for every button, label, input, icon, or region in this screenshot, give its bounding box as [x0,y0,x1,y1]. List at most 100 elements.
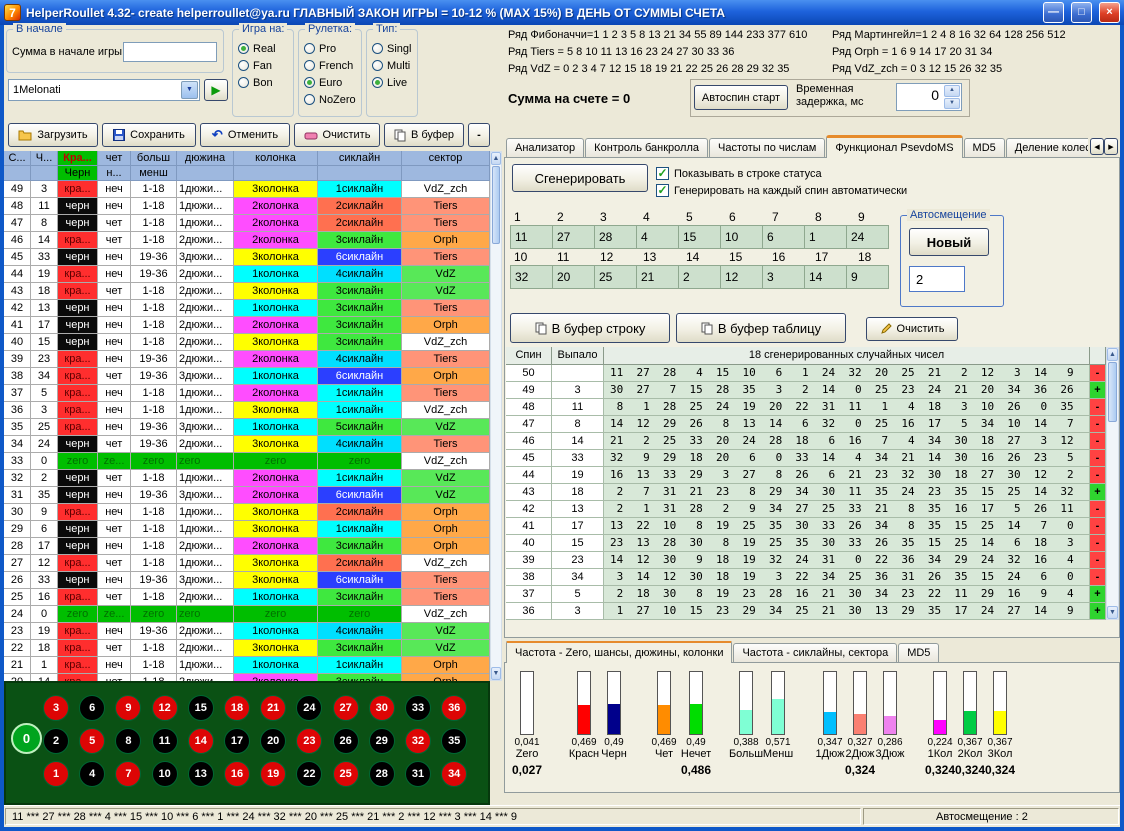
history-row[interactable]: 3135черннеч19-363дюжи...2колонка6сиклайн… [4,487,490,504]
gen-row[interactable]: 3834 3 14 12 30 18 19 3 22 34 25 36 31 2… [506,569,1106,586]
roulette-number[interactable]: 16 [224,761,250,787]
history-row[interactable]: 3923кра...неч19-362дюжи...2колонка4сикла… [4,351,490,368]
grid-number-cell[interactable]: 2 [678,265,721,289]
col-spin[interactable]: С... [4,151,31,166]
scroll-down-icon[interactable]: ▼ [1107,606,1118,619]
roulette-number[interactable]: 7 [115,761,141,787]
radio-live[interactable]: Live [372,74,412,91]
start-sum-input[interactable] [123,42,217,62]
roulette-number[interactable]: 23 [296,728,322,754]
col-column[interactable]: колонка [234,151,318,166]
col-number[interactable]: Ч... [31,151,58,166]
grid-number-cell[interactable]: 11 [510,225,553,249]
grid-number-cell[interactable]: 32 [510,265,553,289]
roulette-number[interactable]: 25 [333,761,359,787]
roulette-number[interactable]: 30 [369,695,395,721]
col-color[interactable]: Кра... [58,151,98,166]
radio-singl[interactable]: Singl [372,40,412,57]
history-row[interactable]: 296чернчет1-181дюжи...3колонка1сиклайнOr… [4,521,490,538]
gen-row[interactable]: 453332 9 29 18 20 6 0 33 14 4 34 21 14 3… [506,450,1106,467]
roulette-number[interactable]: 17 [224,728,250,754]
history-row[interactable]: 4419кра...неч19-362дюжи...1колонка4сикла… [4,266,490,283]
tab-функционал-psevdoms[interactable]: Функционал PsevdoMS [826,135,962,158]
roulette-number[interactable]: 6 [79,695,105,721]
roulette-number[interactable]: 20 [260,728,286,754]
tab-контроль-банкролла[interactable]: Контроль банкролла [585,138,708,158]
radio-pro[interactable]: Pro [304,40,356,57]
gen-row[interactable]: 4811 8 1 28 25 24 19 20 22 31 11 1 4 18 … [506,399,1106,416]
history-row[interactable]: 3834кра...чет19-363дюжи...1колонка6сикла… [4,368,490,385]
tab-анализатор[interactable]: Анализатор [506,138,584,158]
gen-row[interactable]: 4213 2 1 31 28 2 9 34 27 25 33 21 8 35 1… [506,501,1106,518]
history-row[interactable]: 3525кра...неч19-363дюжи...1колонка5сикла… [4,419,490,436]
grid-number-cell[interactable]: 20 [552,265,595,289]
col-sector[interactable]: сектор [402,151,490,166]
roulette-number[interactable]: 36 [441,695,467,721]
gen-row[interactable]: 392314 12 30 9 18 19 32 24 31 0 22 36 34… [506,552,1106,569]
scroll-up-icon[interactable]: ▲ [1107,348,1118,361]
history-row[interactable]: 478чернчет1-181дюжи...2колонка2сиклайнTi… [4,215,490,232]
roulette-number[interactable]: 11 [152,728,178,754]
col-range[interactable]: больш [131,151,177,166]
history-row[interactable]: 240zeroze...zerozerozerozeroVdZ_zch [4,606,490,623]
roulette-number[interactable]: 2 [43,728,69,754]
tab-деление-колеса-на[interactable]: Деление колеса на [1006,138,1088,158]
clear-button[interactable]: Очистить [294,123,380,147]
roulette-number[interactable]: 26 [333,728,359,754]
roulette-number[interactable]: 32 [405,728,431,754]
spinner-up-icon[interactable]: ▲ [944,85,960,97]
tab-md5[interactable]: MD5 [898,643,939,663]
grid-number-cell[interactable]: 1 [804,225,847,249]
roulette-number[interactable]: 5 [79,728,105,754]
grid-number-cell[interactable]: 28 [594,225,637,249]
roulette-number[interactable]: 35 [441,728,467,754]
col-sixline[interactable]: сиклайн [318,151,402,166]
col-dozen[interactable]: дюжина [177,151,234,166]
history-row[interactable]: 2633черннеч19-363дюжи...3колонка6сиклайн… [4,572,490,589]
history-row[interactable]: 2516кра...чет1-182дюжи...1колонка3сиклай… [4,589,490,606]
scroll-down-icon[interactable]: ▼ [491,667,501,680]
grid-number-cell[interactable]: 14 [804,265,847,289]
roulette-number[interactable]: 29 [369,728,395,754]
radio-nozero[interactable]: NoZero [304,91,356,108]
grid-number-cell[interactable]: 4 [636,225,679,249]
grid-number-cell[interactable]: 3 [762,265,805,289]
col-parity[interactable]: чет [98,151,131,166]
history-row[interactable]: 2712кра...чет1-181дюжи...3колонка2сиклай… [4,555,490,572]
tab-частота-zero-шансы-дюжины-колонки[interactable]: Частота - Zero, шансы, дюжины, колонки [506,641,732,663]
roulette-zero[interactable]: 0 [11,723,42,754]
radio-french[interactable]: French [304,57,356,74]
history-row[interactable]: 322чернчет1-181дюжи...2колонка1сиклайнVd… [4,470,490,487]
radio-real[interactable]: Real [238,40,288,57]
tabs-scroll-left[interactable]: ◀ [1090,138,1104,155]
checkbox-auto-generate[interactable]: ✓ Генерировать на каждый спин автоматиче… [656,184,907,197]
history-row[interactable]: 363кра...неч1-181дюжи...3колонка1сиклайн… [4,402,490,419]
tab-частота-сиклайны-сектора[interactable]: Частота - сиклайны, сектора [733,643,897,663]
grid-number-cell[interactable]: 27 [552,225,595,249]
grid-number-cell[interactable]: 25 [594,265,637,289]
grid-number-cell[interactable]: 12 [720,265,763,289]
roulette-number[interactable]: 31 [405,761,431,787]
history-scroll-thumb[interactable] [492,166,500,244]
tabs-scroll-right[interactable]: ▶ [1104,138,1118,155]
roulette-number[interactable]: 1 [43,761,69,787]
history-scrollbar[interactable]: ▲ ▼ [490,151,502,681]
gen-scroll-thumb[interactable] [1108,362,1117,422]
grid-number-cell[interactable]: 10 [720,225,763,249]
generate-button[interactable]: Сгенерировать [512,164,648,192]
scroll-up-icon[interactable]: ▲ [491,152,501,165]
history-row[interactable]: 2817черннеч1-182дюжи...2колонка3сиклайнO… [4,538,490,555]
collapse-button[interactable]: - [468,123,490,147]
copy-row-button[interactable]: В буфер строку [510,313,670,343]
tab-md5[interactable]: MD5 [964,138,1005,158]
gen-row[interactable]: 363 1 27 10 15 23 29 34 25 21 30 13 29 3… [506,603,1106,620]
gen-row[interactable]: 375 2 18 30 8 19 23 28 16 21 30 34 23 22… [506,586,1106,603]
roulette-number[interactable]: 27 [333,695,359,721]
minimize-button[interactable]: — [1043,2,1064,23]
roulette-number[interactable]: 15 [188,695,214,721]
roulette-number[interactable]: 3 [43,695,69,721]
radio-euro[interactable]: Euro [304,74,356,91]
roulette-number[interactable]: 34 [441,761,467,787]
roulette-number[interactable]: 4 [79,761,105,787]
history-row[interactable]: 4015черннеч1-182дюжи...3колонка3сиклайнV… [4,334,490,351]
